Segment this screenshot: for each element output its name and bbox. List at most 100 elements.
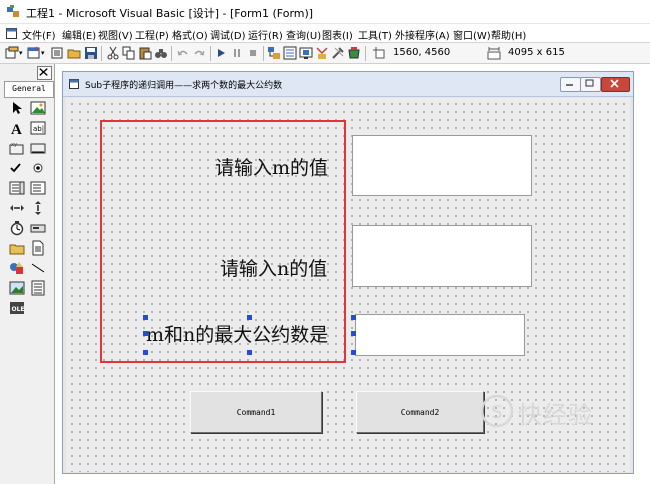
menu-editor-icon[interactable]: [50, 46, 64, 60]
minimize-icon: [566, 84, 573, 86]
image-tool-icon[interactable]: [8, 280, 26, 296]
selection-handle[interactable]: [351, 331, 356, 336]
label-tool-icon[interactable]: A: [8, 120, 26, 136]
standard-toolbar: ▾ ▾ 1560, 4560 4095 x 615: [0, 43, 650, 64]
toolbar-separator: [171, 46, 172, 61]
selection-handle[interactable]: [351, 350, 356, 355]
cut-icon[interactable]: [106, 46, 120, 60]
menu-bar: 文件(F) 编辑(E) 视图(V) 工程(P) 格式(O) 调试(D) 运行(R…: [0, 24, 650, 43]
window-title: 工程1 - Microsoft Visual Basic [设计] - [For…: [26, 7, 314, 20]
properties-window-icon[interactable]: [283, 46, 297, 60]
menu-addins[interactable]: 外接程序(A): [395, 27, 450, 42]
toolbar-separator: [263, 46, 264, 61]
pointer-tool-icon[interactable]: [8, 100, 26, 116]
form-caption-text: Sub子程序的递归调用——求两个数的最大公约数: [85, 81, 283, 91]
toolbox-tab-general[interactable]: General: [4, 81, 54, 98]
svg-text:A: A: [11, 122, 22, 136]
drivelistbox-tool-icon[interactable]: [29, 220, 47, 236]
position-readout: 1560, 4560: [393, 47, 451, 58]
project-explorer-icon[interactable]: [267, 46, 281, 60]
copy-icon[interactable]: [122, 46, 136, 60]
menu-run[interactable]: 运行(R): [248, 27, 283, 42]
checkbox-tool-icon[interactable]: [8, 160, 26, 176]
toolbox-icon[interactable]: [331, 46, 345, 60]
filelistbox-tool-icon[interactable]: [29, 240, 47, 256]
data-view-icon[interactable]: [347, 46, 361, 60]
close-icon: [39, 68, 48, 76]
form-close-button[interactable]: [601, 77, 630, 92]
undo-icon[interactable]: [176, 46, 190, 60]
add-project-icon[interactable]: [5, 46, 19, 60]
start-icon[interactable]: [214, 46, 228, 60]
menu-file[interactable]: 文件(F): [22, 27, 56, 42]
add-form-icon[interactable]: [27, 46, 41, 60]
toolbox-close-button[interactable]: [37, 66, 52, 80]
ole-tool-icon[interactable]: OLE: [8, 300, 26, 316]
svg-text:S: S: [491, 402, 502, 423]
form-caption-bar[interactable]: Sub子程序的递归调用——求两个数的最大公约数: [63, 72, 633, 97]
toolbox-panel: General A ab| xy OLE: [0, 64, 55, 484]
text-n-input[interactable]: [352, 225, 532, 287]
close-icon: [610, 79, 619, 88]
vb-app-icon: [7, 5, 19, 17]
open-project-icon[interactable]: [67, 46, 81, 60]
toolbar-separator: [101, 46, 102, 61]
redo-icon[interactable]: [192, 46, 206, 60]
maximize-icon: [585, 79, 594, 87]
command1-button[interactable]: Command1: [190, 391, 322, 433]
end-icon[interactable]: [246, 46, 260, 60]
listbox-tool-icon[interactable]: [29, 180, 47, 196]
title-bar: 工程1 - Microsoft Visual Basic [设计] - [For…: [0, 0, 650, 24]
toolbar-separator: [210, 46, 211, 61]
frame-tool-icon[interactable]: xy: [8, 140, 26, 156]
maximize-button[interactable]: [580, 77, 601, 92]
form-window-icon[interactable]: [6, 28, 17, 39]
menu-view[interactable]: 视图(V): [98, 27, 133, 42]
break-icon[interactable]: [230, 46, 244, 60]
watermark-logo-icon: S: [480, 394, 514, 428]
selection-handle[interactable]: [351, 315, 356, 320]
position-icon: [373, 47, 385, 59]
find-icon[interactable]: [154, 46, 168, 60]
dropdown-arrow-icon[interactable]: ▾: [19, 49, 25, 63]
menu-window[interactable]: 窗口(W): [453, 27, 491, 42]
vscrollbar-tool-icon[interactable]: [29, 200, 47, 216]
picturebox-tool-icon[interactable]: [29, 100, 47, 116]
command1-label: Command1: [236, 407, 276, 417]
toolbar-separator: [365, 46, 366, 61]
svg-text:OLE: OLE: [12, 306, 25, 313]
text-m-input[interactable]: [352, 135, 532, 196]
menu-project[interactable]: 工程(P): [135, 27, 169, 42]
textbox-tool-icon[interactable]: ab|: [29, 120, 47, 136]
optionbutton-tool-icon[interactable]: [29, 160, 47, 176]
command2-button[interactable]: Command2: [356, 391, 484, 433]
save-project-icon[interactable]: [84, 46, 98, 60]
menu-format[interactable]: 格式(O): [172, 27, 208, 42]
menu-diagram[interactable]: 图表(I): [322, 27, 353, 42]
line-tool-icon[interactable]: [29, 260, 47, 276]
form-layout-icon[interactable]: [299, 46, 313, 60]
commandbutton-tool-icon[interactable]: [29, 140, 47, 156]
minimize-button[interactable]: [560, 77, 581, 92]
dropdown-arrow-icon[interactable]: ▾: [41, 49, 47, 63]
text-gcd-output[interactable]: [355, 314, 525, 356]
svg-text:ab|: ab|: [33, 125, 44, 133]
menu-tools[interactable]: 工具(T): [358, 27, 392, 42]
paste-icon[interactable]: [138, 46, 152, 60]
size-readout: 4095 x 615: [508, 47, 565, 58]
data-tool-icon[interactable]: [29, 280, 47, 296]
hscrollbar-tool-icon[interactable]: [8, 200, 26, 216]
object-browser-icon[interactable]: [315, 46, 329, 60]
shape-tool-icon[interactable]: [8, 260, 26, 276]
menu-help[interactable]: 帮助(H): [491, 27, 526, 42]
menu-query[interactable]: 查询(U): [286, 27, 321, 42]
combobox-tool-icon[interactable]: [8, 180, 26, 196]
size-icon: [487, 47, 501, 60]
menu-debug[interactable]: 调试(D): [210, 27, 246, 42]
menu-edit[interactable]: 编辑(E): [62, 27, 96, 42]
dirlistbox-tool-icon[interactable]: [8, 240, 26, 256]
watermark-text: 快经验: [518, 401, 593, 429]
svg-text:xy: xy: [11, 142, 17, 148]
watermark: S 快经验: [478, 392, 628, 432]
timer-tool-icon[interactable]: [8, 220, 26, 236]
